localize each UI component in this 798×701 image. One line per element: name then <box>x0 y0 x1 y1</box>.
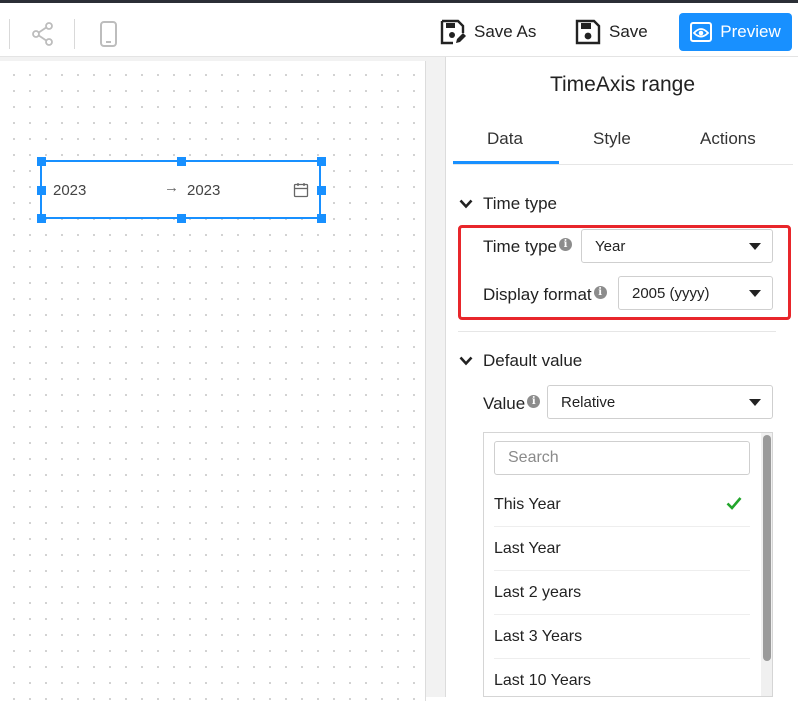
section-divider <box>458 331 776 332</box>
dropdown-option-label: This Year <box>494 495 561 513</box>
resize-handle[interactable] <box>177 214 186 223</box>
save-icon <box>575 19 601 45</box>
preview-button[interactable]: Preview <box>679 13 792 51</box>
mobile-icon[interactable] <box>96 21 122 47</box>
preview-label: Preview <box>720 22 781 41</box>
dropdown-scrollbar[interactable] <box>761 433 772 696</box>
scrollbar-thumb[interactable] <box>763 435 771 661</box>
top-toolbar: Save As Save Preview <box>0 0 798 57</box>
dropdown-option-label: Last 10 Years <box>494 671 591 689</box>
calendar-icon <box>293 182 309 203</box>
resize-handle[interactable] <box>37 186 46 195</box>
tab-style[interactable]: Style <box>593 129 631 149</box>
range-separator: → <box>164 179 179 196</box>
info-icon[interactable]: i <box>527 394 541 408</box>
caret-down-icon <box>749 399 761 406</box>
resize-handle[interactable] <box>317 214 326 223</box>
section-default-value-heading: Default value <box>483 351 583 370</box>
dropdown-option-label: Last 2 years <box>494 583 582 601</box>
annotation-highlight-box <box>458 225 791 320</box>
save-label: Save <box>609 22 648 41</box>
panel-title: TimeAxis range <box>549 73 696 96</box>
resize-handle[interactable] <box>317 186 326 195</box>
save-as-icon <box>440 19 466 45</box>
toolbar-divider <box>74 19 75 49</box>
relative-options-dropdown: This Year Last Year Last 2 years Last 3 … <box>483 432 773 697</box>
default-value-select[interactable]: Relative <box>547 385 773 419</box>
save-as-label: Save As <box>474 22 537 41</box>
default-value-selected: Relative <box>561 393 616 411</box>
tab-data[interactable]: Data <box>487 129 523 149</box>
active-tab-indicator <box>453 161 559 164</box>
panel-tabs: Data Style Actions <box>453 115 793 165</box>
section-time-type-heading: Time type <box>483 194 558 213</box>
dropdown-option[interactable]: This Year <box>494 483 750 527</box>
section-default-value[interactable]: Default value <box>459 351 582 371</box>
resize-handle[interactable] <box>37 214 46 223</box>
time-range-widget[interactable]: 2023 → 2023 <box>37 157 326 223</box>
dropdown-option[interactable]: Last 10 Years <box>494 659 750 696</box>
toolbar-divider <box>9 19 10 49</box>
dropdown-search-input[interactable] <box>494 441 750 475</box>
resize-handle[interactable] <box>177 157 186 166</box>
save-button[interactable]: Save <box>575 13 648 51</box>
range-end-value: 2023 <box>187 182 221 199</box>
dropdown-option[interactable]: Last Year <box>494 527 750 571</box>
dropdown-option-label: Last 3 Years <box>494 627 583 645</box>
save-as-button[interactable]: Save As <box>440 13 536 51</box>
dropdown-option-label: Last Year <box>494 539 561 557</box>
share-icon[interactable] <box>30 21 56 47</box>
dropdown-option[interactable]: Last 2 years <box>494 571 750 615</box>
checkmark-icon <box>726 497 742 510</box>
chevron-down-icon <box>459 356 473 366</box>
eye-icon <box>690 22 713 42</box>
resize-handle[interactable] <box>317 157 326 166</box>
dropdown-option[interactable]: Last 3 Years <box>494 615 750 659</box>
tab-actions[interactable]: Actions <box>700 129 756 149</box>
canvas-area: 2023 → 2023 <box>0 57 445 701</box>
design-canvas[interactable]: 2023 → 2023 <box>0 61 426 701</box>
chevron-down-icon <box>459 199 473 209</box>
resize-handle[interactable] <box>37 157 46 166</box>
range-start-value: 2023 <box>53 182 87 199</box>
value-label-text: Value <box>483 394 526 413</box>
value-label: Value i <box>483 394 541 414</box>
section-time-type[interactable]: Time type <box>459 194 557 214</box>
